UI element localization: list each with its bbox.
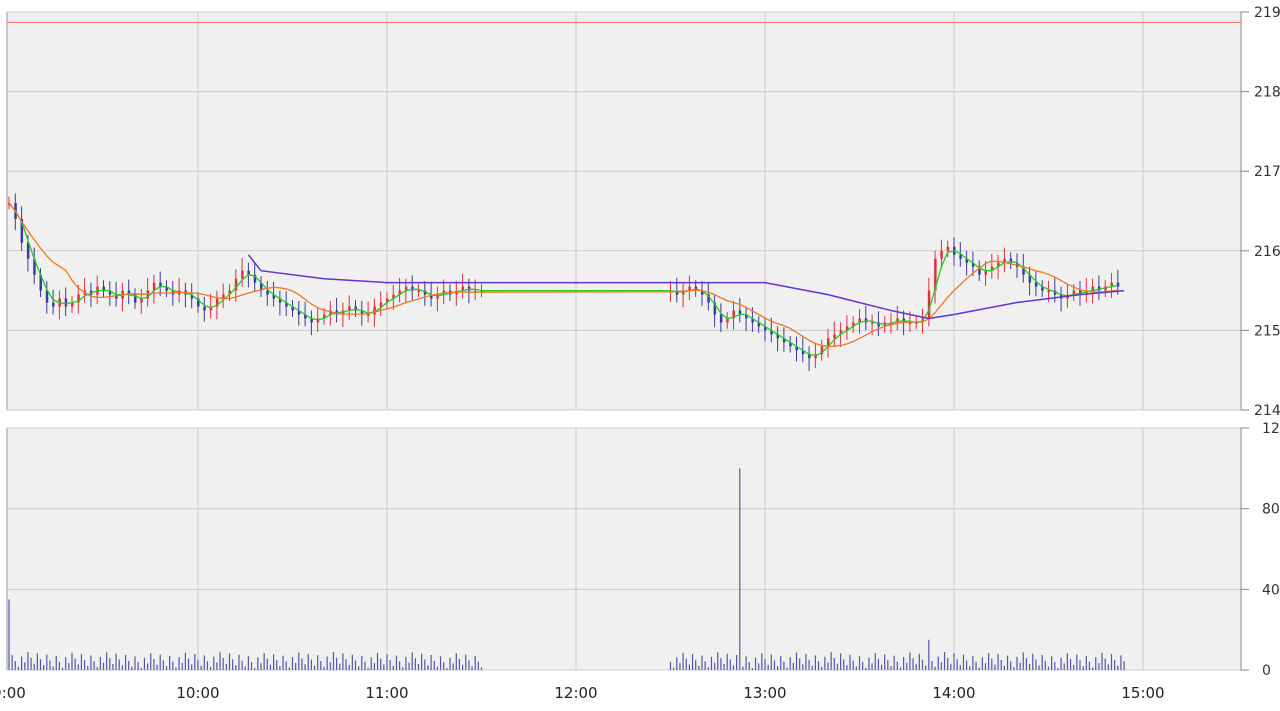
price-panel-background <box>6 11 1242 411</box>
y-axis-tick-labels: 219 218 217 216 215 214 120 80 40 0 <box>1241 5 1280 679</box>
time-tick-label: 11:00 <box>365 684 408 702</box>
candle-body <box>871 322 874 324</box>
price-tick-label: 218 <box>1254 85 1280 101</box>
candle-body <box>1047 290 1050 293</box>
time-tick-label: 10:00 <box>176 684 219 702</box>
volume-tick-label: 40 <box>1262 582 1280 598</box>
price-tick-label: 215 <box>1254 323 1280 339</box>
volume-tick-label: 120 <box>1262 421 1280 437</box>
candle-body <box>241 270 244 279</box>
candle-body <box>247 270 250 275</box>
stock-chart: 219 218 217 216 215 214 120 80 40 0 9:00 10:00 11:0… <box>0 5 1280 702</box>
time-tick-label: 14:00 <box>932 684 975 702</box>
volume-tick-label: 0 <box>1262 663 1271 679</box>
time-tick-label: 9:00 <box>0 684 26 702</box>
price-tick-label: 216 <box>1254 244 1280 260</box>
candle-body <box>959 254 962 259</box>
candle-body <box>266 290 269 295</box>
candle-body <box>203 306 206 311</box>
candle-body <box>64 298 68 307</box>
volume-tick-label: 80 <box>1262 502 1280 518</box>
x-axis-tick-labels: 9:00 10:00 11:00 12:00 13:00 14:00 15:00 <box>0 684 1165 702</box>
time-tick-label: 12:00 <box>554 684 597 702</box>
candle-body <box>719 314 723 323</box>
candle-body <box>52 302 55 307</box>
candle-body <box>946 246 950 251</box>
time-tick-label: 13:00 <box>743 684 786 702</box>
price-tick-label: 214 <box>1254 403 1280 419</box>
candle-body <box>367 314 370 316</box>
price-tick-label: 217 <box>1254 164 1280 180</box>
time-tick-label: 15:00 <box>1121 684 1164 702</box>
candle-body <box>833 334 836 339</box>
price-tick-label: 219 <box>1254 5 1280 21</box>
candle-body <box>940 250 943 259</box>
candle-body <box>379 302 383 307</box>
candle-body <box>417 290 420 293</box>
volume-panel-background <box>6 427 1242 671</box>
candle-body <box>1034 282 1038 287</box>
